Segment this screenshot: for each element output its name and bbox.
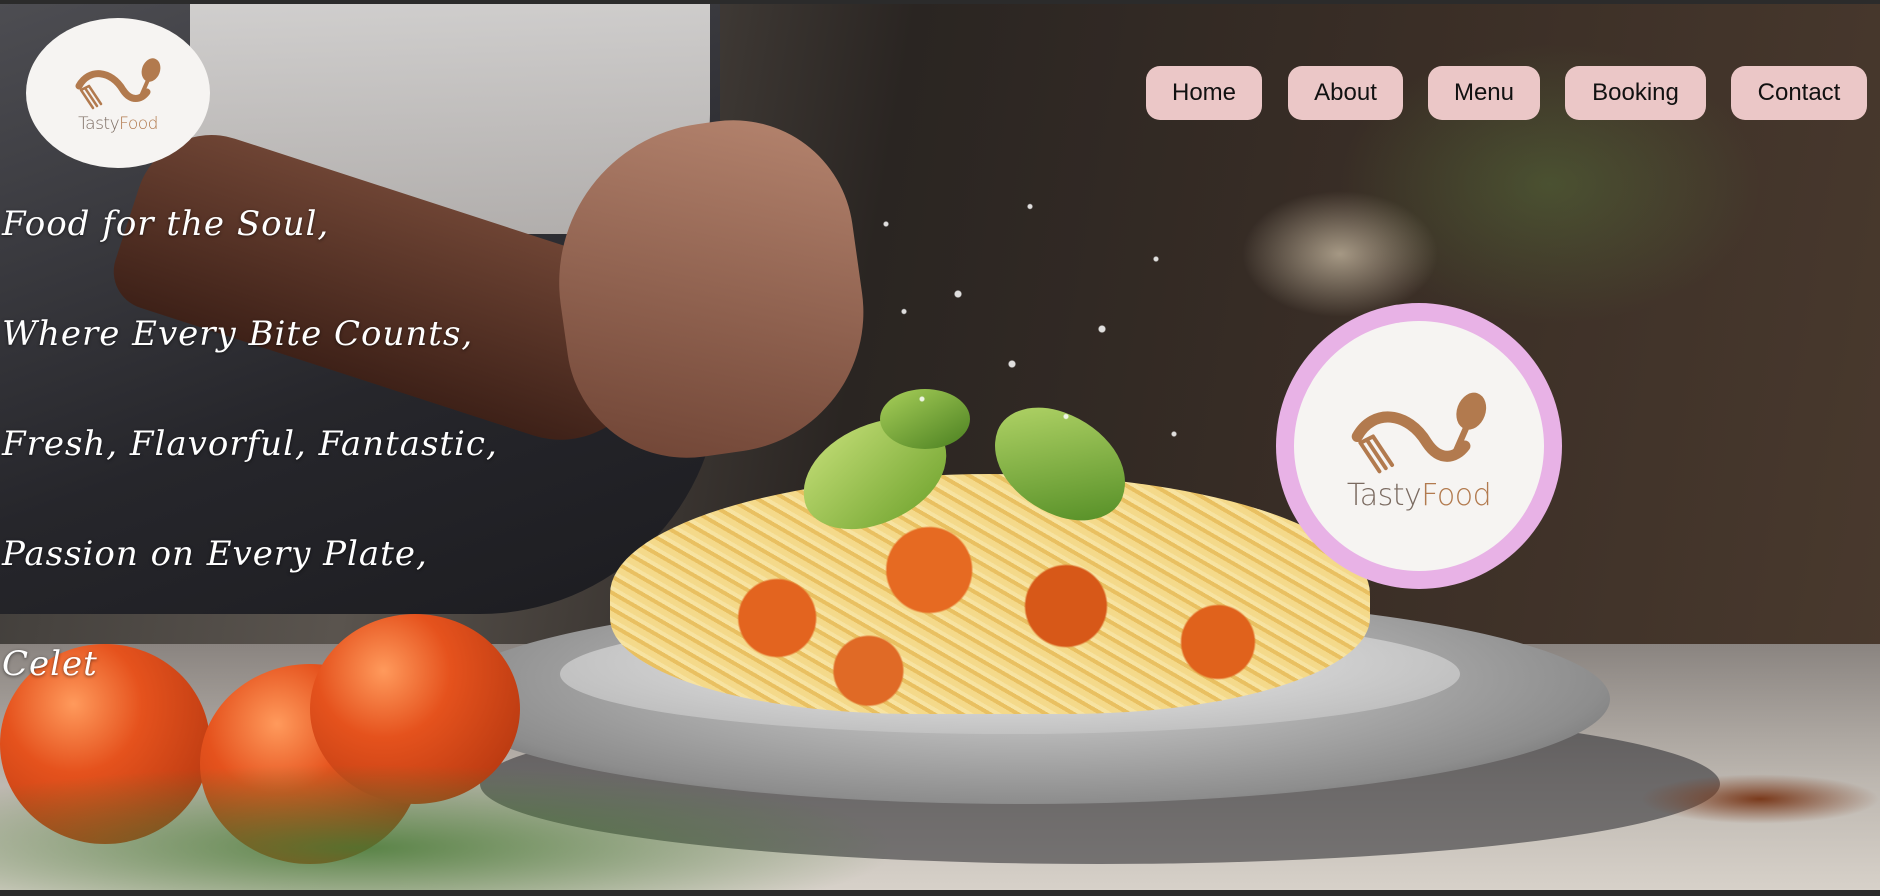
hero-slogan-line: Passion on Every Plate, (2, 534, 428, 574)
hero-logo-inner: TastyFood (1294, 321, 1544, 571)
hero-logo-badge: TastyFood (1276, 303, 1562, 589)
hero-logo-wordmark-food: Food (1421, 478, 1492, 513)
hero-slogan-line: Celet (2, 644, 98, 684)
hero-logo-wordmark: TastyFood (1346, 478, 1492, 513)
main-nav: Home About Menu Booking Contact (0, 66, 1880, 120)
nav-booking-button[interactable]: Booking (1565, 66, 1706, 120)
fork-spoon-logo-icon (1351, 392, 1487, 474)
nav-contact-button[interactable]: Contact (1731, 66, 1867, 120)
hero-slogan-line: Food for the Soul, (2, 204, 330, 244)
nav-menu-button[interactable]: Menu (1428, 66, 1540, 120)
herb-garnish (0, 764, 900, 890)
falling-cheese-particles (850, 154, 1210, 504)
spice-pile (1640, 774, 1880, 824)
nav-about-button[interactable]: About (1288, 66, 1403, 120)
hero-slogan-line: Where Every Bite Counts, (2, 314, 474, 354)
hero-slogan-line: Fresh, Flavorful, Fantastic, (2, 424, 498, 464)
nav-home-button[interactable]: Home (1146, 66, 1262, 120)
hero-logo-wordmark-tasty: Tasty (1346, 478, 1422, 513)
pasta-dish (610, 474, 1370, 714)
